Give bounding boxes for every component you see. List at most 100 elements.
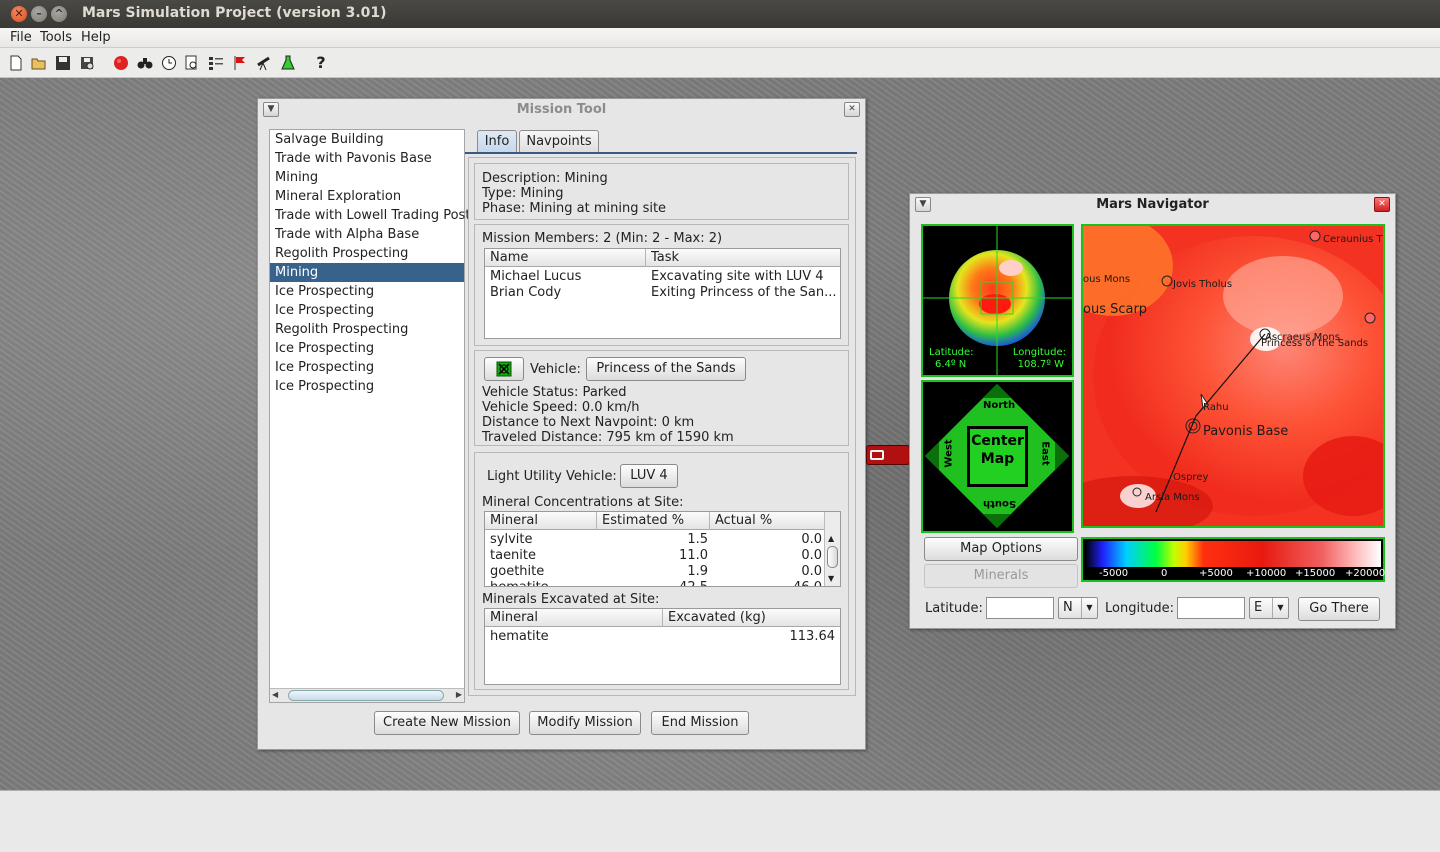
luv-button[interactable]: LUV 4 [620, 464, 678, 488]
flag-icon[interactable] [232, 55, 248, 71]
center-map-button[interactable]: Center Map [970, 432, 1025, 468]
estimated-percent: 11.0 [679, 548, 708, 563]
column-header-excavated[interactable]: Excavated (kg) [663, 609, 842, 627]
table-row[interactable]: sylvite 1.5 0.0 [485, 532, 826, 548]
scroll-right-icon[interactable]: ▶ [456, 690, 462, 699]
mission-list-item[interactable]: Regolith Prospecting [270, 320, 464, 339]
mission-tool-title: Mission Tool [516, 102, 607, 117]
vertical-scrollbar[interactable]: ▲ ▼ [824, 512, 840, 586]
mission-list-item[interactable]: Salvage Building [270, 130, 464, 149]
menu-help[interactable]: Help [81, 30, 111, 45]
save-as-icon[interactable] [79, 55, 95, 71]
mission-list-item[interactable]: Ice Prospecting [270, 377, 464, 396]
excavated-amount: 113.64 [789, 629, 836, 644]
latitude-direction-select[interactable]: N ▼ [1058, 597, 1098, 619]
compass-west-button[interactable]: West [944, 439, 955, 467]
modify-mission-button[interactable]: Modify Mission [529, 711, 641, 735]
scrollbar-thumb[interactable] [288, 690, 444, 701]
mission-list-item[interactable]: Trade with Lowell Trading Post [270, 206, 470, 225]
vehicle-locate-button[interactable] [484, 357, 524, 381]
excavated-table-header: Mineral Excavated (kg) [485, 609, 840, 627]
horizontal-scrollbar[interactable]: ◀ ▶ [270, 688, 464, 702]
table-row[interactable]: hematite 42.5 46.0 [485, 580, 826, 586]
table-row[interactable]: hematite 113.64 [485, 629, 840, 645]
telescope-icon[interactable] [256, 55, 272, 71]
members-table: Name Task Michael Lucus Excavating site … [484, 248, 841, 339]
go-there-button[interactable]: Go There [1298, 597, 1380, 621]
mission-list-item[interactable]: Mineral Exploration [270, 187, 464, 206]
compass-north-button[interactable]: North [983, 400, 1015, 411]
legend-tick-label: +20000 [1345, 568, 1386, 579]
tab-navpoints[interactable]: Navpoints [519, 130, 599, 152]
globe-longitude-value: 108.7º W [1017, 359, 1064, 370]
latitude-input[interactable] [986, 597, 1054, 619]
map-options-button[interactable]: Map Options [924, 537, 1078, 561]
surface-map[interactable]: Ceraunius Th Jovis Tholus ous Mons ous S… [1081, 224, 1385, 528]
create-mission-button[interactable]: Create New Mission [374, 711, 520, 735]
mission-list-item[interactable]: Trade with Pavonis Base [270, 149, 464, 168]
column-header-mineral[interactable]: Mineral [485, 512, 597, 530]
compass-south-button[interactable]: South [983, 498, 1016, 509]
globe-view[interactable]: Latitude: 6.4º N Longitude: 108.7º W [921, 224, 1074, 377]
scroll-left-icon[interactable]: ◀ [272, 690, 278, 699]
window-maximize-button[interactable]: ^ [51, 6, 67, 22]
window-minimize-button[interactable]: – [31, 6, 47, 22]
science-flask-icon[interactable] [280, 55, 296, 71]
close-icon[interactable]: ✕ [1374, 197, 1390, 212]
menu-file[interactable]: File [10, 30, 32, 45]
mars-surface-terrain [1083, 226, 1383, 526]
end-mission-button[interactable]: End Mission [651, 711, 749, 735]
status-bar [0, 790, 1440, 852]
scroll-up-icon[interactable]: ▲ [828, 534, 834, 543]
mission-list-item[interactable]: Ice Prospecting [270, 339, 464, 358]
scroll-down-icon[interactable]: ▼ [828, 574, 834, 583]
globe-longitude-label: Longitude: [1012, 347, 1066, 358]
mission-list-item[interactable]: Mining [270, 263, 464, 282]
table-row[interactable]: Brian Cody Exiting Princess of the San..… [485, 285, 840, 301]
concentrations-label: Mineral Concentrations at Site: [482, 495, 684, 510]
description-group: Description: Mining Type: Mining Phase: … [474, 163, 849, 220]
window-close-button[interactable]: ✕ [11, 6, 27, 22]
actual-percent: 0.0 [801, 564, 822, 579]
column-header-name[interactable]: Name [485, 249, 646, 267]
mission-tool-window: Mission Tool ▼ ✕ Salvage Building Trade w… [257, 98, 866, 750]
center-map-line1: Center [971, 433, 1024, 449]
menu-tools[interactable]: Tools [40, 30, 72, 45]
table-row[interactable]: Michael Lucus Excavating site with LUV 4 [485, 269, 840, 285]
mars-globe-icon[interactable] [113, 55, 129, 71]
open-folder-icon[interactable] [31, 55, 47, 71]
menu-bar: File Tools Help [0, 28, 1440, 48]
longitude-input[interactable] [1177, 597, 1245, 619]
column-header-estimated[interactable]: Estimated % [597, 512, 710, 530]
tab-info[interactable]: Info [477, 130, 517, 152]
help-icon[interactable]: ? [313, 55, 329, 71]
mission-list-item[interactable]: Regolith Prospecting [270, 244, 464, 263]
clock-icon[interactable] [161, 55, 177, 71]
checklist-icon[interactable] [208, 55, 224, 71]
mission-list-item[interactable]: Ice Prospecting [270, 282, 464, 301]
globe-latitude-value: 6.4º N [935, 359, 967, 370]
compass-east-button[interactable]: East [1040, 441, 1051, 465]
binoculars-icon[interactable] [137, 55, 153, 71]
column-header-mineral[interactable]: Mineral [485, 609, 663, 627]
table-row[interactable]: goethite 1.9 0.0 [485, 564, 826, 580]
search-document-icon[interactable] [184, 55, 200, 71]
table-row[interactable]: taenite 11.0 0.0 [485, 548, 826, 564]
minerals-button[interactable]: Minerals [924, 564, 1078, 588]
mission-list-item[interactable]: Trade with Alpha Base [270, 225, 464, 244]
vehicle-name-button[interactable]: Princess of the Sands [586, 357, 746, 381]
mission-list-item[interactable]: Mining [270, 168, 464, 187]
close-icon[interactable]: ✕ [844, 102, 860, 117]
longitude-direction-select[interactable]: E ▼ [1249, 597, 1289, 619]
mission-list-item[interactable]: Ice Prospecting [270, 358, 464, 377]
map-label-ceraunius: Ceraunius Th [1323, 234, 1385, 245]
vertical-scrollbar-thumb[interactable] [827, 546, 838, 568]
save-icon[interactable] [55, 55, 71, 71]
column-header-actual[interactable]: Actual % [710, 512, 826, 530]
new-file-icon[interactable] [8, 55, 24, 71]
frame-menu-icon[interactable]: ▼ [915, 197, 931, 212]
mission-list-item[interactable]: Ice Prospecting [270, 301, 464, 320]
frame-menu-icon[interactable]: ▼ [263, 102, 279, 117]
window-title: Mars Simulation Project (version 3.01) [82, 5, 387, 21]
column-header-task[interactable]: Task [646, 249, 842, 267]
